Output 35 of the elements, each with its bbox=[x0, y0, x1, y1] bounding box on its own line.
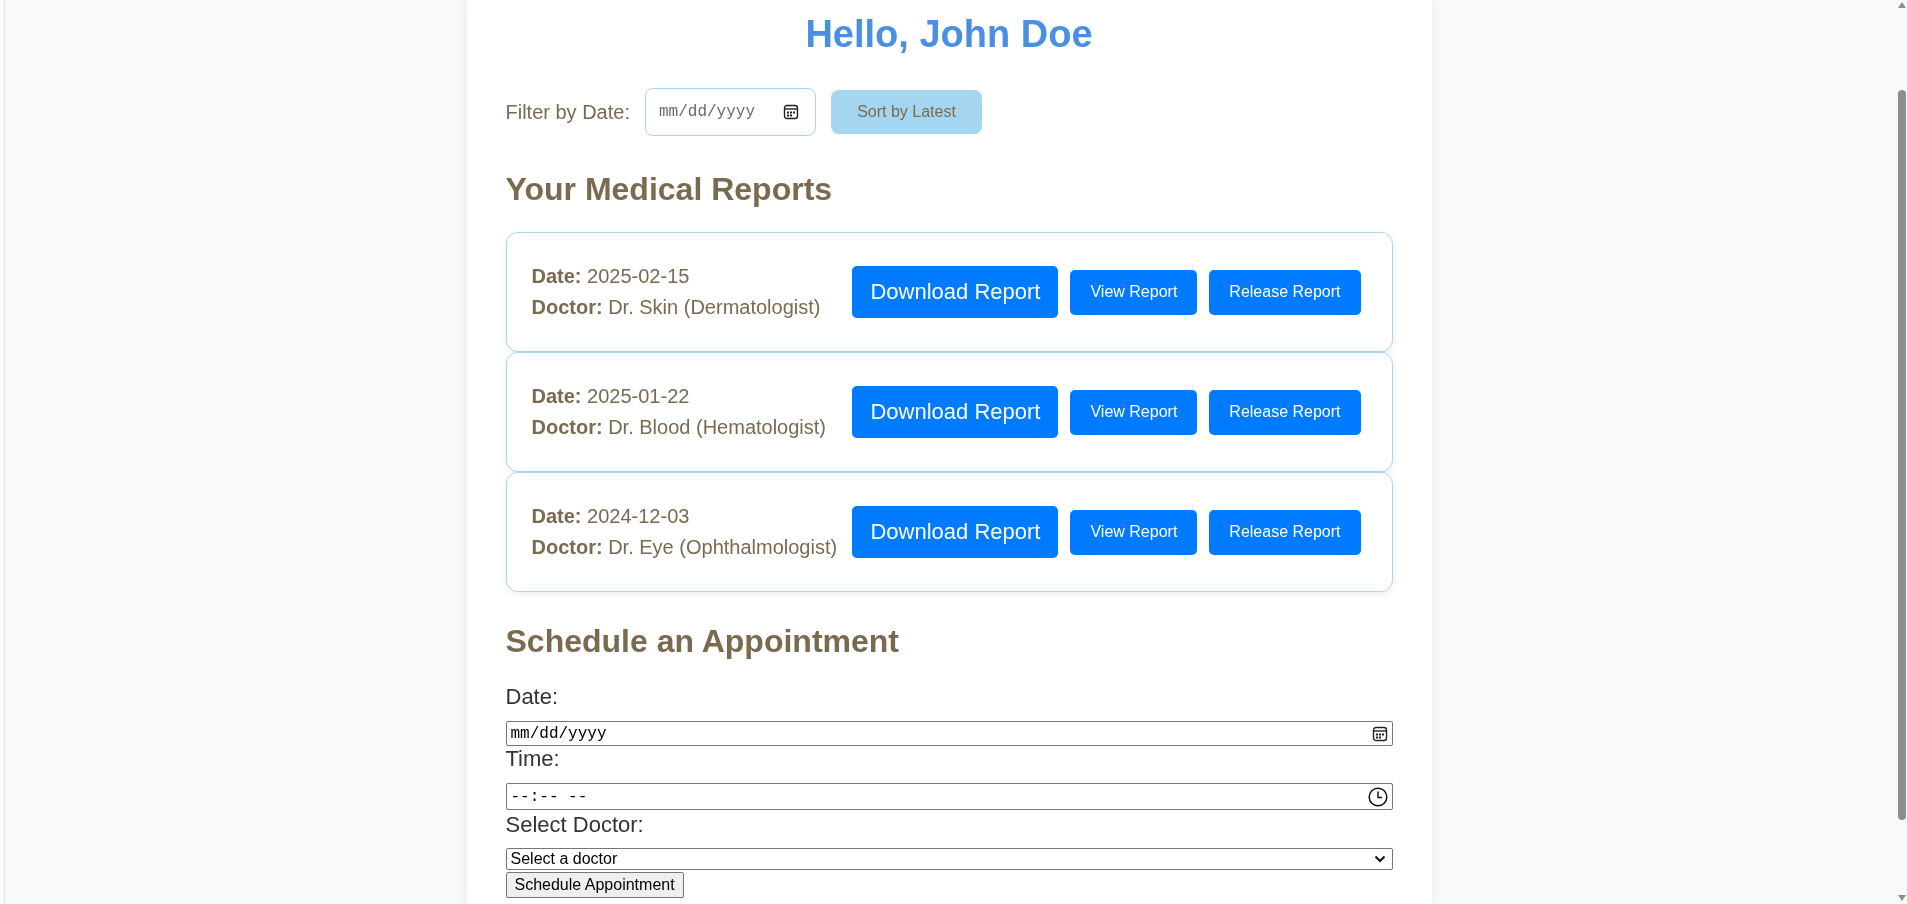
release-report-button[interactable]: Release Report bbox=[1209, 509, 1361, 555]
form-label: Date: bbox=[505, 684, 560, 710]
report-doctor: Doctor: Dr. Blood (Hematologist) bbox=[531, 415, 827, 440]
report-date: Date: 2024-12-03 bbox=[531, 504, 691, 529]
view-report-button[interactable]: View Report bbox=[1070, 389, 1198, 435]
scroll-down-arrow-icon[interactable] bbox=[1898, 895, 1906, 901]
download-report-button[interactable]: Download Report bbox=[852, 266, 1059, 318]
greeting-heading: Hello, John Doe bbox=[804, 12, 1094, 57]
chevron-down-icon[interactable] bbox=[1373, 855, 1386, 863]
time-input-field[interactable]: --:-- -- bbox=[505, 783, 1393, 810]
form-label: Time: bbox=[505, 746, 561, 772]
calendar-icon[interactable] bbox=[783, 104, 799, 120]
release-report-button[interactable]: Release Report bbox=[1209, 269, 1361, 315]
clock-icon[interactable] bbox=[1367, 786, 1388, 807]
report-date: Date: 2025-02-15 bbox=[531, 264, 691, 289]
scroll-up-arrow-icon[interactable] bbox=[1898, 2, 1906, 8]
form-label: Select Doctor: bbox=[505, 812, 645, 838]
filter-date-field[interactable]: mm/dd/yyyy bbox=[645, 88, 816, 136]
scrollbar-thumb[interactable] bbox=[1898, 90, 1906, 820]
section-heading: Schedule an Appointment bbox=[505, 622, 900, 661]
report-date: Date: 2025-01-22 bbox=[531, 384, 691, 409]
release-report-button[interactable]: Release Report bbox=[1209, 389, 1361, 435]
download-report-button[interactable]: Download Report bbox=[852, 506, 1059, 558]
view-report-button[interactable]: View Report bbox=[1070, 269, 1198, 315]
section-heading: Your Medical Reports bbox=[505, 170, 834, 209]
schedule-appointment-button[interactable]: Schedule Appointment bbox=[505, 872, 684, 898]
download-report-button[interactable]: Download Report bbox=[852, 386, 1059, 438]
doctor-select-field[interactable]: Select a doctor bbox=[505, 848, 1393, 870]
date-input-field[interactable]: mm/dd/yyyy bbox=[505, 721, 1393, 746]
filter-label: Filter by Date: bbox=[505, 100, 630, 124]
report-doctor: Doctor: Dr. Skin (Dermatologist) bbox=[531, 295, 821, 320]
calendar-icon[interactable] bbox=[1371, 725, 1388, 742]
view-report-button[interactable]: View Report bbox=[1070, 509, 1198, 555]
sort-button[interactable]: Sort by Latest bbox=[831, 90, 982, 134]
report-doctor: Doctor: Dr. Eye (Ophthalmologist) bbox=[531, 535, 838, 560]
